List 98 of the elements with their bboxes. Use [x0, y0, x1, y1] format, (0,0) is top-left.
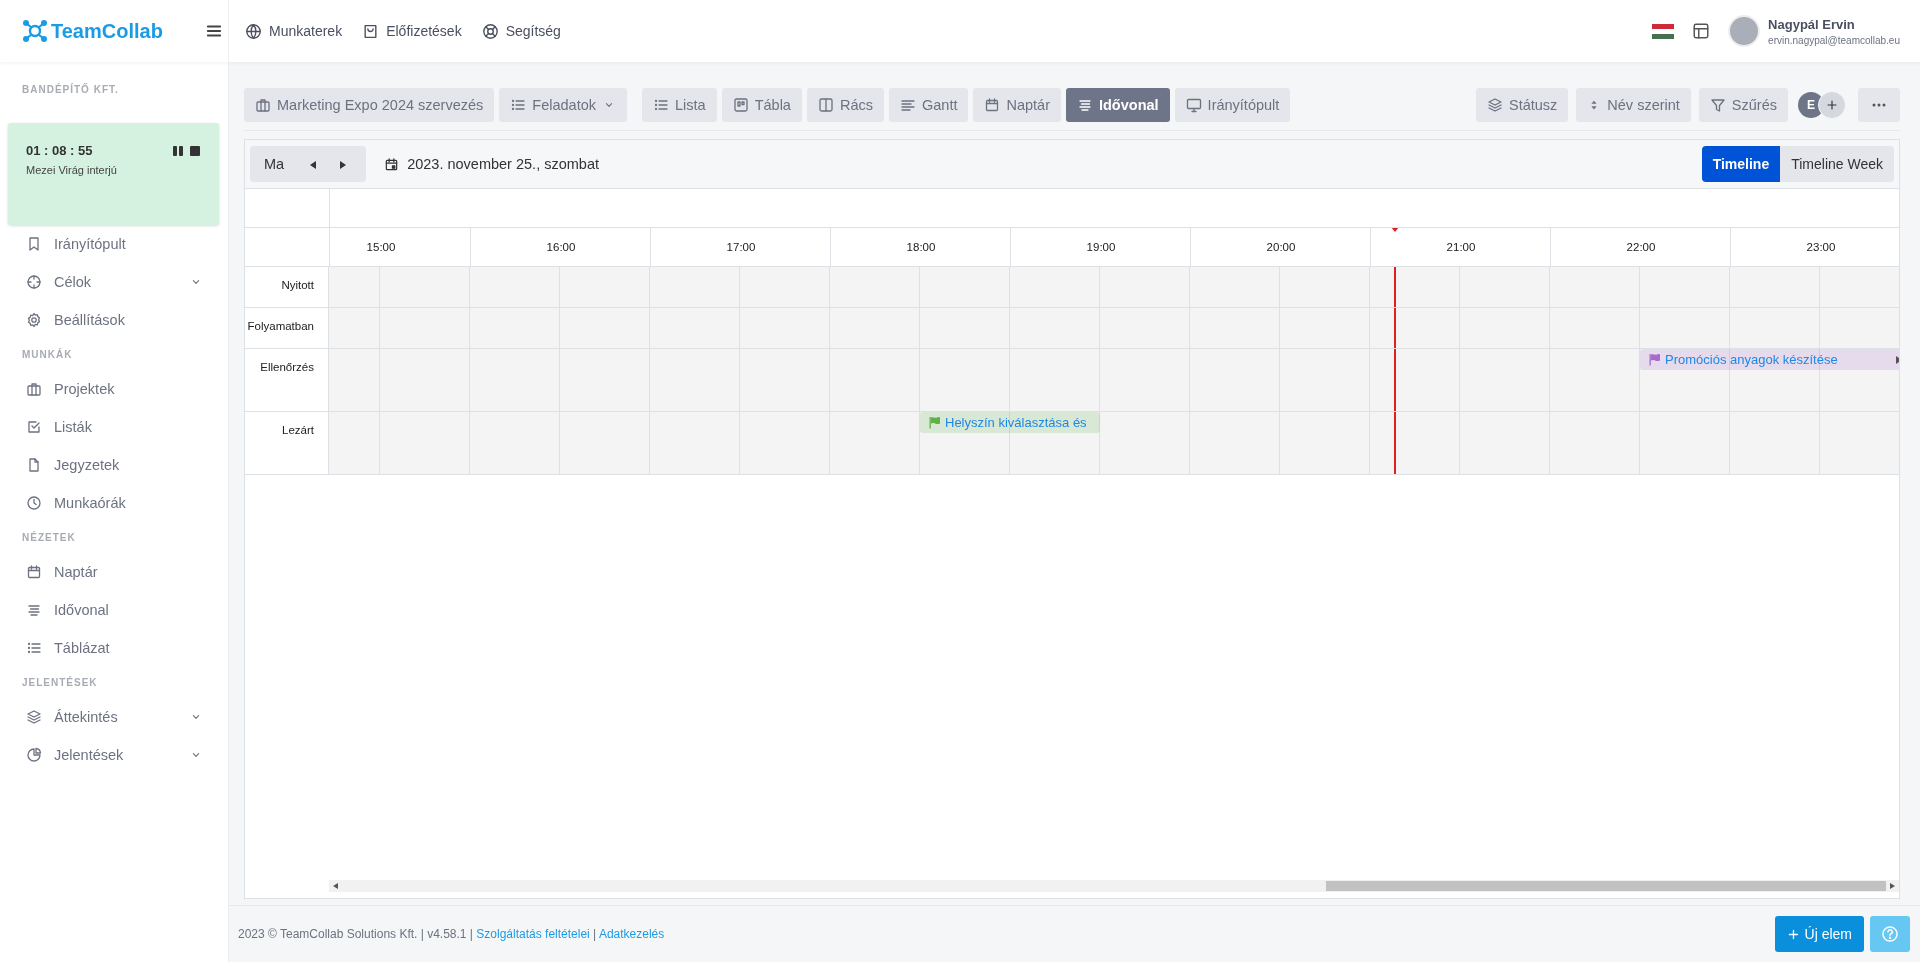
- view-tab[interactable]: Idővonal: [1066, 88, 1170, 122]
- organization-name: BANDÉPÍTŐ KFT.: [21, 84, 120, 95]
- hour-label: 21:00: [1445, 241, 1477, 253]
- hour-label: 17:00: [725, 241, 757, 253]
- toolbar-action-button[interactable]: Szűrés: [1698, 88, 1788, 122]
- document-icon: [26, 457, 42, 473]
- list-icon: [26, 640, 42, 656]
- view-tab[interactable]: Gantt: [889, 88, 969, 122]
- privacy-link[interactable]: Adatkezelés: [598, 927, 665, 941]
- crosshair-icon: [26, 274, 42, 290]
- terms-link[interactable]: Szolgáltatás feltételei: [476, 927, 590, 941]
- globe-icon: [245, 22, 262, 40]
- new-item-button[interactable]: Új elem: [1774, 916, 1864, 952]
- timer-time: 01 : 08 : 55: [26, 143, 93, 158]
- bookmark-icon: [26, 236, 42, 252]
- nav-link[interactable]: Munkaterek: [245, 22, 343, 40]
- layers-icon: [1486, 97, 1503, 113]
- layout-icon: [1692, 22, 1711, 40]
- footer-text: 2023 © TeamCollab Solutions Kft. | v4.58.1 | Szolgáltatás feltételei | Adatkezelés: [238, 927, 665, 941]
- nav-link[interactable]: Segítség: [481, 22, 561, 40]
- section-heading: NÉZETEK: [21, 530, 77, 545]
- help-icon: [1881, 925, 1899, 943]
- sidebar-item[interactable]: Jegyzetek: [0, 446, 228, 484]
- user-name: Nagypál Ervin: [1768, 16, 1856, 32]
- horizontal-scrollbar[interactable]: [329, 880, 1899, 892]
- sidebar-item[interactable]: Beállítások: [0, 301, 228, 339]
- sidebar-item[interactable]: Áttekintés: [0, 698, 228, 736]
- hour-label: 15:00: [365, 241, 397, 253]
- current-date: 2023. november 25., szombat: [407, 156, 599, 172]
- more-icon: [1872, 103, 1886, 107]
- plus-icon: [1825, 98, 1839, 112]
- timeline-event[interactable]: Helyszín kiválasztása és: [920, 412, 1100, 433]
- calendar-icon: [26, 564, 42, 580]
- lines-icon: [26, 602, 42, 618]
- hour-label: 18:00: [905, 241, 937, 253]
- lifebuoy-icon: [481, 22, 499, 40]
- sidebar-item[interactable]: Munkaórák: [0, 484, 228, 522]
- hour-label: 22:00: [1625, 241, 1657, 253]
- scroll-left-icon[interactable]: [333, 883, 338, 889]
- briefcase-icon: [26, 381, 42, 397]
- pie-chart-icon: [26, 747, 42, 763]
- view-tab[interactable]: Irányítópult: [1174, 88, 1291, 122]
- hungarian-flag-icon[interactable]: [1652, 23, 1675, 39]
- sidebar-item[interactable]: Idővonal: [0, 591, 228, 629]
- sidebar-item[interactable]: Projektek: [0, 370, 228, 408]
- shopping-bag-icon: [362, 22, 380, 40]
- left-triangle-icon: [310, 160, 317, 169]
- lines-icon: [1077, 97, 1093, 113]
- add-member-button[interactable]: [1818, 91, 1846, 119]
- filter-icon: [1709, 97, 1726, 113]
- sidebar-item[interactable]: Irányítópult: [0, 225, 228, 263]
- view-mode-tab[interactable]: Timeline: [1701, 146, 1781, 182]
- type-dropdown[interactable]: Feladatok: [499, 88, 627, 122]
- briefcase-icon: [255, 97, 271, 113]
- settings-icon: [26, 312, 42, 328]
- sidebar-item[interactable]: Naptár: [0, 553, 228, 591]
- sidebar-item[interactable]: Listák: [0, 408, 228, 446]
- toolbar-action-button[interactable]: Név szerint: [1576, 88, 1691, 122]
- calendar-icon: [384, 156, 400, 172]
- calendar-icon: [984, 97, 1001, 113]
- view-tab[interactable]: Tábla: [721, 88, 802, 122]
- sidebar-item[interactable]: Célok: [0, 263, 228, 301]
- clock-icon: [26, 495, 42, 511]
- view-tab[interactable]: Rács: [806, 88, 884, 122]
- hour-label: 23:00: [1805, 241, 1837, 253]
- columns-icon: [817, 97, 834, 113]
- lines-icon: [900, 97, 916, 113]
- scroll-right-icon[interactable]: [1890, 883, 1895, 889]
- hour-label: 16:00: [545, 241, 577, 253]
- timer-task: Mezei Virág interjú: [26, 164, 118, 176]
- view-mode-tab[interactable]: Timeline Week: [1780, 146, 1894, 182]
- list-icon: [653, 97, 669, 113]
- now-marker-icon: [1391, 228, 1399, 232]
- checkbox-icon: [26, 419, 42, 435]
- view-tab[interactable]: Lista: [642, 88, 717, 122]
- logo-text[interactable]: TeamCollab: [51, 19, 163, 43]
- project-button[interactable]: Marketing Expo 2024 szervezés: [244, 88, 495, 122]
- right-triangle-icon: [340, 160, 347, 169]
- pause-icon[interactable]: [172, 144, 184, 157]
- stop-icon[interactable]: [189, 144, 201, 157]
- timeline-event[interactable]: Promóciós anyagok készítése: [1640, 349, 1899, 370]
- toolbar-action-button[interactable]: Státusz: [1475, 88, 1569, 122]
- sidebar-item[interactable]: Jelentések: [0, 736, 228, 774]
- layers-icon: [26, 709, 42, 725]
- today-button[interactable]: Ma: [250, 156, 299, 172]
- sidebar-item[interactable]: Táblázat: [0, 629, 228, 667]
- hour-label: 20:00: [1265, 241, 1297, 253]
- view-tab[interactable]: Naptár: [973, 88, 1061, 122]
- plus-icon: [1786, 927, 1800, 941]
- nav-link[interactable]: Előfizetések: [362, 22, 462, 40]
- hour-label: 19:00: [1085, 241, 1117, 253]
- board-icon: [732, 97, 749, 113]
- user-email: ervin.nagypal@teamcollab.eu: [1768, 34, 1900, 46]
- section-heading: JELENTÉSEK: [21, 675, 99, 690]
- logo-icon: [22, 19, 48, 43]
- list-icon: [510, 97, 527, 113]
- monitor-icon: [1185, 97, 1202, 113]
- section-heading: MUNKÁK: [21, 347, 74, 362]
